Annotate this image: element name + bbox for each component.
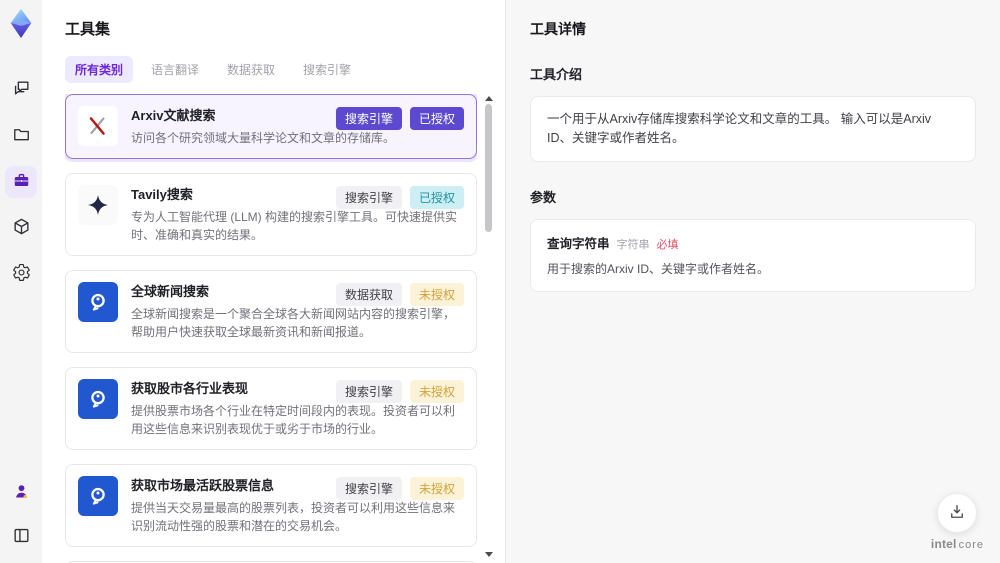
param-description: 用于搜索的Arxiv ID、关键字或作者姓名。 — [547, 262, 770, 276]
param-name: 查询字符串 — [547, 237, 610, 251]
tool-detail-panel: 工具详情 工具介绍 一个用于从Arxiv存储库搜索科学论文和文章的工具。 输入可… — [505, 0, 1000, 563]
sidebar-item-tools[interactable] — [5, 166, 37, 198]
auth-status-badge: 未授权 — [409, 283, 464, 306]
folder-icon — [12, 125, 31, 147]
tab-search-engine[interactable]: 搜索引擎 — [293, 56, 361, 83]
sidebar — [0, 0, 42, 563]
download-button[interactable] — [937, 493, 978, 533]
gear-icon — [12, 263, 31, 285]
tool-card[interactable]: 获取股市各行业表现 提供股票市场各个行业在特定时间段内的表现。投资者可以利用这些… — [65, 367, 477, 450]
news-search-logo-icon — [78, 476, 118, 516]
tool-intro-text: 一个用于从Arxiv存储库搜索科学论文和文章的工具。 输入可以是Arxiv ID… — [547, 112, 932, 145]
tool-list: Arxiv文献搜索 访问各个研究领域大量科学论文和文章的存储库。 搜索引擎 已授… — [65, 94, 477, 563]
tab-language-translation[interactable]: 语言翻译 — [141, 56, 209, 83]
news-search-logo-icon — [78, 282, 118, 322]
tab-all-categories[interactable]: 所有类别 — [65, 56, 134, 83]
download-icon — [948, 503, 966, 524]
scroll-down-arrow-icon[interactable] — [485, 552, 493, 557]
page-title: 工具集 — [65, 21, 111, 38]
category-tag: 搜索引擎 — [335, 477, 402, 500]
param-required-badge: 必填 — [656, 239, 679, 251]
scrollbar-thumb[interactable] — [485, 104, 492, 232]
params-heading: 参数 — [530, 190, 557, 205]
auth-status-badge: 已授权 — [409, 107, 464, 130]
scrollbar[interactable] — [483, 94, 493, 563]
tool-description: 专为人工智能代理 (LLM) 构建的搜索引擎工具。可快速提供实时、准确和真实的结… — [131, 210, 458, 242]
auth-status-badge: 已授权 — [409, 186, 464, 209]
tool-card[interactable]: Tavily搜索 专为人工智能代理 (LLM) 构建的搜索引擎工具。可快速提供实… — [65, 173, 477, 256]
intro-heading: 工具介绍 — [530, 67, 583, 82]
param-type: 字符串 — [616, 239, 650, 251]
category-tag: 搜索引擎 — [335, 380, 402, 403]
tab-data-fetch[interactable]: 数据获取 — [217, 56, 285, 83]
intel-core-logo: intel core — [930, 537, 984, 551]
tool-card[interactable]: 全球新闻搜索 全球新闻搜索是一个聚合全球各大新闻网站内容的搜索引擎，帮助用户快速… — [65, 270, 477, 353]
tavily-logo-icon — [78, 185, 118, 225]
category-tag: 搜索引擎 — [335, 107, 402, 130]
category-tag: 搜索引擎 — [335, 186, 402, 209]
scroll-up-arrow-icon[interactable] — [485, 96, 493, 101]
app-window: 工具集 所有类别 语言翻译 数据获取 搜索引擎 Arxiv文献搜索 访问各个研究领域大… — [0, 0, 1000, 563]
tool-description: 提供股票市场各个行业在特定时间段内的表现。投资者可以利用这些信息来识别表现优于或… — [131, 404, 456, 436]
tool-description: 全球新闻搜索是一个聚合全球各大新闻网站内容的搜索引擎，帮助用户快速获取全球最新资… — [131, 307, 456, 339]
cube-icon — [12, 217, 31, 239]
category-tag: 数据获取 — [335, 283, 402, 306]
sidebar-nav — [5, 74, 37, 290]
sidebar-item-chat[interactable] — [5, 74, 37, 106]
tool-card[interactable]: 获取市场最活跃股票信息 提供当天交易量最高的股票列表，投资者可以利用这些信息来识… — [65, 464, 477, 547]
tool-list-container: Arxiv文献搜索 访问各个研究领域大量科学论文和文章的存储库。 搜索引擎 已授… — [65, 94, 505, 563]
tool-description: 提供当天交易量最高的股票列表，投资者可以利用这些信息来识别流动性强的股票和潜在的… — [131, 501, 456, 533]
app-logo-icon[interactable] — [6, 8, 36, 40]
arxiv-logo-icon — [78, 106, 118, 146]
briefcase-icon — [12, 171, 31, 193]
sidebar-item-panel-toggle[interactable] — [5, 521, 37, 553]
detail-title: 工具详情 — [530, 21, 586, 37]
chat-icon — [12, 79, 31, 101]
category-tabs: 所有类别 语言翻译 数据获取 搜索引擎 — [65, 56, 505, 83]
user-icon — [12, 482, 31, 504]
sidebar-item-files[interactable] — [5, 120, 37, 152]
panel-toggle-icon — [12, 526, 31, 548]
tool-list-pane: 工具集 所有类别 语言翻译 数据获取 搜索引擎 Arxiv文献搜索 访问各个研究领域大… — [42, 0, 505, 563]
auth-status-badge: 未授权 — [409, 380, 464, 403]
news-search-logo-icon — [78, 379, 118, 419]
sidebar-item-settings[interactable] — [5, 258, 37, 290]
sidebar-item-packages[interactable] — [5, 212, 37, 244]
auth-status-badge: 未授权 — [409, 477, 464, 500]
tool-description: 访问各个研究领域大量科学论文和文章的存储库。 — [131, 131, 396, 145]
tool-card[interactable]: Arxiv文献搜索 访问各个研究领域大量科学论文和文章的存储库。 搜索引擎 已授… — [65, 94, 477, 159]
sidebar-item-profile[interactable] — [5, 477, 37, 509]
